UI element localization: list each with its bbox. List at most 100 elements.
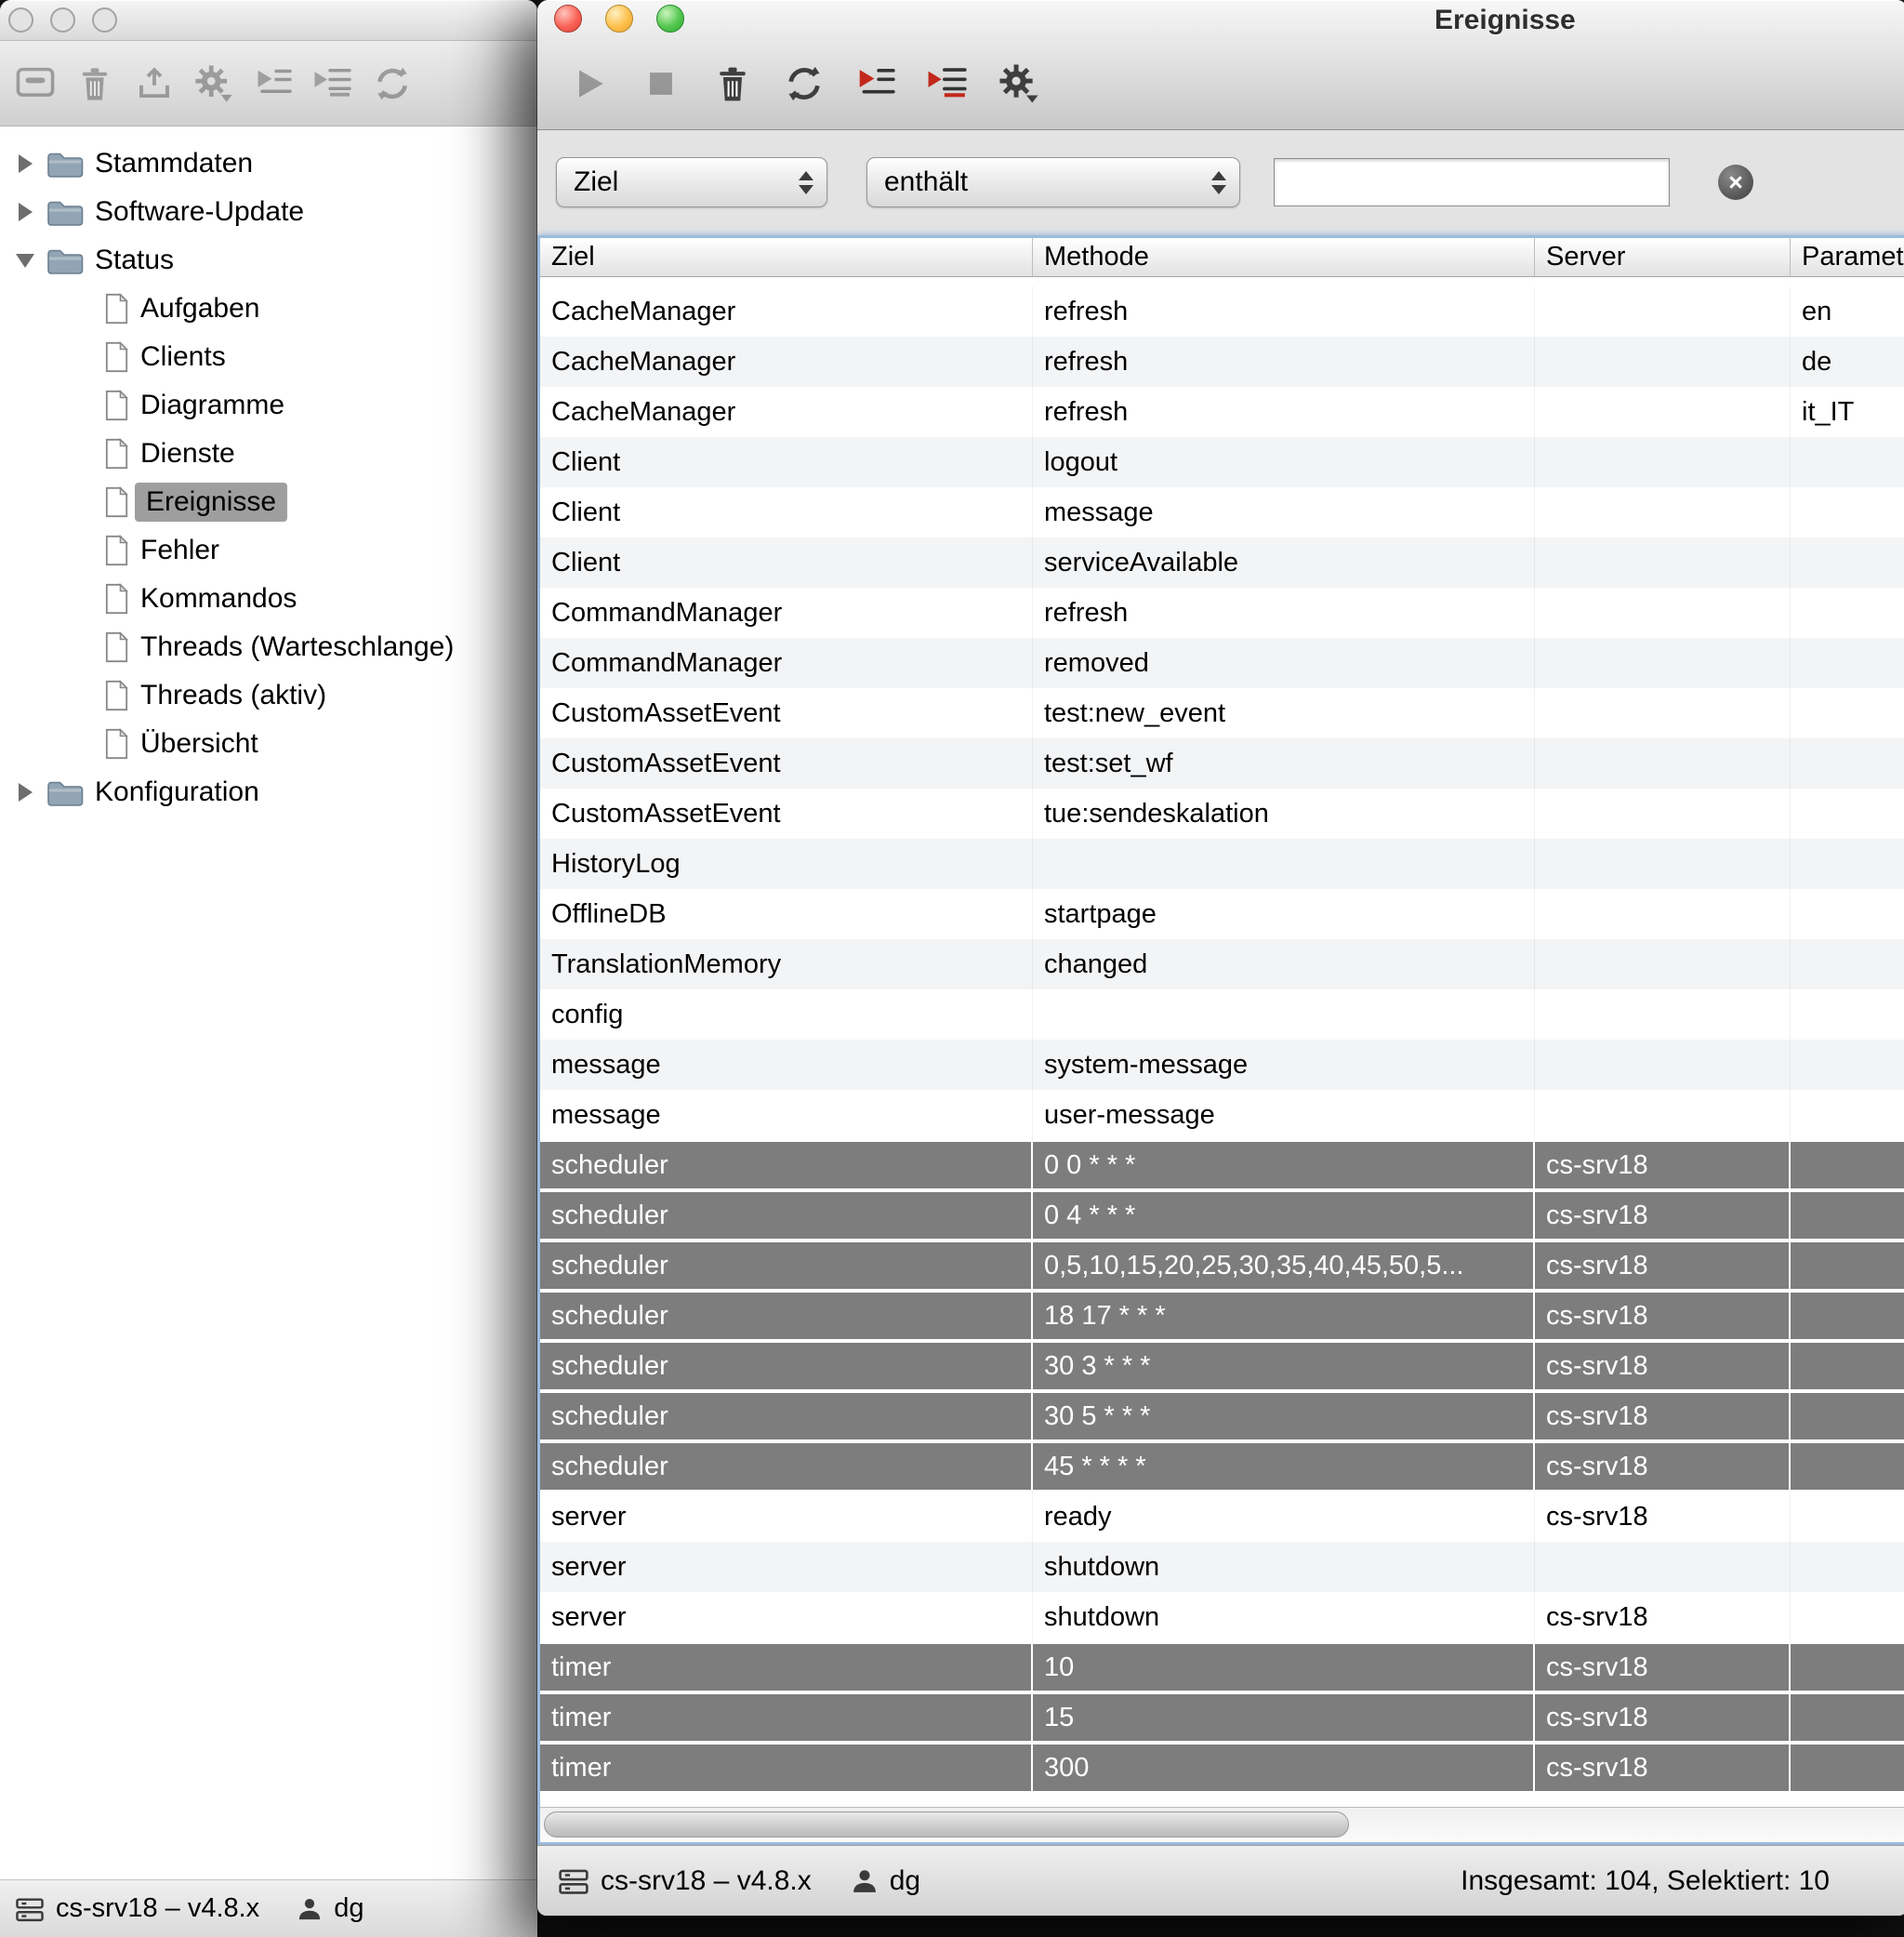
chevron-right-icon[interactable] (9, 196, 41, 228)
cell-parameter (1791, 1391, 1904, 1441)
table-row[interactable]: scheduler18 17 * * *cs-srv18 (540, 1291, 1904, 1341)
zoom-button[interactable] (92, 7, 117, 33)
table-row[interactable]: scheduler0 4 * * *cs-srv18 (540, 1190, 1904, 1240)
close-button[interactable] (8, 7, 33, 33)
table-row[interactable]: CommandManagerremoved (540, 638, 1904, 688)
table-row[interactable]: ClientserviceAvailable (540, 537, 1904, 588)
table-row[interactable]: scheduler30 5 * * *cs-srv18 (540, 1391, 1904, 1441)
run-marker-button[interactable] (925, 61, 970, 106)
cell-methode: serviceAvailable (1033, 537, 1535, 588)
table-row[interactable]: timer10cs-srv18 (540, 1642, 1904, 1692)
table-row[interactable]: scheduler45 * * * *cs-srv18 (540, 1441, 1904, 1492)
tree-item-threads-aktiv-[interactable]: Threads (aktiv) (0, 671, 537, 720)
tree-item-status[interactable]: Status (0, 236, 537, 285)
table-row[interactable]: Clientlogout (540, 437, 1904, 487)
tree-item-label: Aufgaben (140, 293, 259, 325)
column-header-methode[interactable]: Methode (1033, 238, 1535, 276)
table-row[interactable]: CacheManagerrefreshde (540, 337, 1904, 387)
cell-methode: 45 * * * * (1033, 1441, 1535, 1492)
table-row[interactable]: CustomAssetEventtest:set_wf (540, 738, 1904, 789)
play-button (567, 61, 612, 106)
tree-item-ereignisse[interactable]: Ereignisse (0, 478, 537, 526)
chevron-right-icon[interactable] (9, 148, 41, 179)
refresh-button[interactable] (782, 61, 826, 106)
document-icon (104, 341, 129, 373)
table-row[interactable]: CacheManagerrefreshit_IT (540, 387, 1904, 437)
table-row[interactable]: HistoryLog (540, 839, 1904, 889)
gear-button[interactable] (997, 61, 1041, 106)
trash-icon (712, 63, 753, 104)
cell-ziel: timer (540, 1743, 1033, 1793)
document-icon (104, 293, 129, 325)
table-row[interactable]: config (540, 989, 1904, 1040)
table-row[interactable]: messagesystem-message (540, 1040, 1904, 1090)
scrollbar-thumb[interactable] (544, 1811, 1349, 1837)
export-icon (135, 64, 174, 103)
tree-item-dienste[interactable]: Dienste (0, 430, 537, 478)
run-events-button[interactable] (853, 61, 898, 106)
table-row[interactable]: OfflineDBstartpage (540, 889, 1904, 939)
table-row[interactable]: servershutdown (540, 1542, 1904, 1592)
circle-x-icon: × (1728, 168, 1743, 197)
table-row[interactable]: CustomAssetEventtest:new_event (540, 688, 1904, 738)
tree-item-kommandos[interactable]: Kommandos (0, 575, 537, 623)
tree-item-clients[interactable]: Clients (0, 333, 537, 381)
tree-item-diagramme[interactable]: Diagramme (0, 381, 537, 430)
table-row[interactable]: CacheManagerrefreshen (540, 286, 1904, 337)
tree-item-aufgaben[interactable]: Aufgaben (0, 285, 537, 333)
tree-item-konfiguration[interactable]: Konfiguration (0, 768, 537, 816)
table-row[interactable]: scheduler0,5,10,15,20,25,30,35,40,45,50,… (540, 1240, 1904, 1291)
cell-ziel: TranslationMemory (540, 939, 1033, 989)
trash-button[interactable] (710, 61, 755, 106)
table-row[interactable]: scheduler0 0 * * *cs-srv18 (540, 1140, 1904, 1190)
table-row[interactable]: servershutdowncs-srv18 (540, 1592, 1904, 1642)
cell-server (1535, 337, 1791, 387)
tree-item-label: Übersicht (140, 728, 258, 760)
tree-item-fehler[interactable]: Fehler (0, 526, 537, 575)
table-row[interactable]: TranslationMemorychanged (540, 939, 1904, 989)
filter-field-select[interactable]: Ziel (556, 157, 827, 207)
column-header-server[interactable]: Server (1535, 238, 1791, 276)
table-row[interactable]: CommandManagerrefresh (540, 588, 1904, 638)
cell-ziel: timer (540, 1642, 1033, 1692)
tree-item-label: Fehler (140, 535, 219, 566)
table-row[interactable]: Clientmessage (540, 487, 1904, 537)
archive-icon (16, 64, 55, 103)
cell-parameter (1791, 1492, 1904, 1542)
minimize-button[interactable] (50, 7, 75, 33)
cell-ziel: scheduler (540, 1240, 1033, 1291)
table-row[interactable]: serverreadycs-srv18 (540, 1492, 1904, 1542)
cell-parameter (1791, 989, 1904, 1040)
server-version-label: cs-srv18 – v4.8.x (601, 1865, 812, 1897)
table-row[interactable]: messageuser-message (540, 1090, 1904, 1140)
tree-item-threads-warteschlange-[interactable]: Threads (Warteschlange) (0, 623, 537, 671)
tree-item-stammdaten[interactable]: Stammdaten (0, 139, 537, 188)
tree-item--bersicht[interactable]: Übersicht (0, 720, 537, 768)
clear-filter-button[interactable]: × (1718, 165, 1753, 200)
cell-parameter (1791, 1090, 1904, 1140)
minimize-button[interactable] (605, 5, 633, 33)
cell-ziel: CacheManager (540, 286, 1033, 337)
cell-methode: 0 0 * * * (1033, 1140, 1535, 1190)
navigator-toolbar (0, 41, 537, 126)
table-row[interactable]: CustomAssetEventtue:sendeskalation (540, 789, 1904, 839)
horizontal-scrollbar[interactable] (540, 1807, 1904, 1842)
table-row[interactable]: timer15cs-srv18 (540, 1692, 1904, 1743)
tree-item-software-update[interactable]: Software-Update (0, 188, 537, 236)
filter-search-input[interactable] (1274, 158, 1670, 206)
run-marker-icon (927, 63, 968, 104)
zoom-button[interactable] (656, 5, 684, 33)
column-header-parameter[interactable]: Parameter (1791, 238, 1904, 276)
table-row[interactable]: scheduler30 3 * * *cs-srv18 (540, 1341, 1904, 1391)
cell-methode: shutdown (1033, 1592, 1535, 1642)
chevron-down-icon[interactable] (9, 245, 41, 276)
table-row[interactable]: timer300cs-srv18 (540, 1743, 1904, 1793)
cell-methode: 0,5,10,15,20,25,30,35,40,45,50,5... (1033, 1240, 1535, 1291)
column-header-ziel[interactable]: Ziel (540, 238, 1033, 276)
close-button[interactable] (554, 5, 582, 33)
chevron-right-icon[interactable] (9, 776, 41, 808)
refresh-button (368, 60, 416, 108)
filter-operator-select[interactable]: enthält (866, 157, 1240, 207)
cell-methode: refresh (1033, 286, 1535, 337)
cell-server (1535, 738, 1791, 789)
